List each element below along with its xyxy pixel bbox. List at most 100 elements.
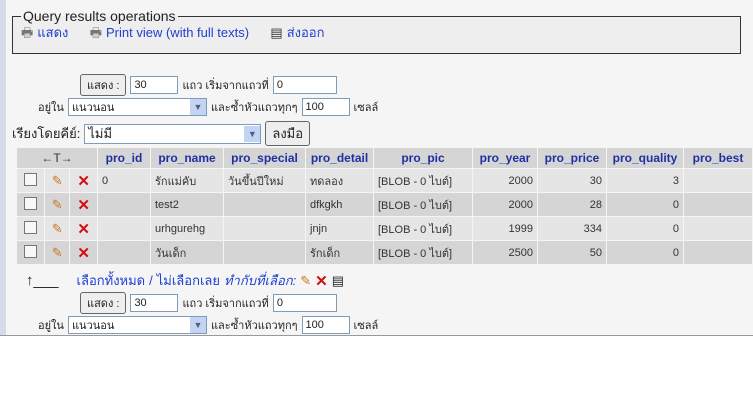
show-button[interactable]: แสดง : — [80, 74, 127, 96]
column-header-pro-year[interactable]: pro_year — [473, 148, 537, 168]
cell-pro-special — [224, 217, 305, 240]
cell-pro-best — [684, 169, 752, 192]
table-row: ✎ ✕ test2 dfkgkh [BLOB - 0 ไบต์] 2000 28 0 — [17, 193, 752, 216]
cell-pro-detail: dfkgkh — [306, 193, 373, 216]
print-view-link[interactable]: 🖶 Print view (with full texts) — [90, 24, 249, 46]
cell-pro-name: test2 — [151, 193, 223, 216]
cells-label: เซลล์ — [353, 102, 379, 114]
go-button[interactable]: ลงมือ — [265, 121, 311, 146]
check-all-link[interactable]: เลือกทั้งหมด — [77, 270, 146, 291]
cell-pro-name: วันเด็ก — [151, 241, 223, 264]
repeat-label: และซ้ำหัวแถวทุกๆ — [210, 320, 298, 332]
delete-cell: ✕ — [70, 193, 97, 216]
cell-pro-special: วันขึ้นปีใหม่ — [224, 169, 305, 192]
rows-label: แถว เริ่มจากแถวที่ — [182, 298, 269, 310]
sort-row: เรียงโดยคีย์: ไม่มี ▼ ลงมือ — [12, 121, 311, 146]
mode-select[interactable]: แนวนอน ▼ — [67, 98, 207, 116]
show-link[interactable]: 🖶 แสดง — [21, 22, 68, 46]
cell-pro-price: 50 — [538, 241, 606, 264]
rows-input-bottom[interactable]: 30 — [130, 294, 179, 312]
export-selected-icon[interactable]: ▤ — [332, 273, 344, 289]
cell-pro-pic: [BLOB - 0 ไบต์] — [374, 169, 472, 192]
row-checkbox-cell — [17, 217, 45, 240]
column-header-pro-quality[interactable]: pro_quality — [607, 148, 683, 168]
column-arrows[interactable]: ←T→ — [17, 148, 97, 168]
cell-pro-detail: jnjn — [306, 217, 373, 240]
repeat-input-bottom[interactable]: 100 — [301, 316, 350, 334]
cell-pro-special — [224, 241, 305, 264]
column-header-pro-price[interactable]: pro_price — [538, 148, 606, 168]
pencil-icon[interactable]: ✎ — [52, 173, 63, 188]
rows-label: แถว เริ่มจากแถวที่ — [182, 80, 269, 92]
cell-pro-best — [684, 217, 752, 240]
repeat-input[interactable]: 100 — [301, 98, 350, 116]
table-row: ✎ ✕ 0 รักแม่คับ วันขึ้นปีใหม่ ทดลอง [BLOB - 0 … — [17, 169, 752, 192]
edit-cell: ✎ — [45, 241, 70, 264]
row-checkbox-cell — [17, 169, 45, 192]
cell-pro-pic: [BLOB - 0 ไบต์] — [374, 241, 472, 264]
uncheck-all-link[interactable]: ไม่เลือกเลย — [157, 270, 220, 291]
delete-icon[interactable]: ✕ — [77, 197, 90, 214]
row-checkbox[interactable] — [24, 220, 38, 234]
sort-select[interactable]: ไม่มี ▼ — [84, 123, 262, 144]
cells-label: เซลล์ — [353, 320, 379, 332]
column-header-pro-name[interactable]: pro_name — [151, 148, 223, 168]
cell-pro-id — [98, 241, 150, 264]
sort-label: เรียงโดยคีย์: — [12, 126, 81, 141]
pencil-icon[interactable]: ✎ — [52, 221, 63, 236]
printer-icon: 🖶 — [89, 25, 103, 40]
column-header-pro-pic[interactable]: pro_pic — [374, 148, 472, 168]
cell-pro-quality: 3 — [607, 169, 683, 192]
row-checkbox-cell — [17, 241, 45, 264]
cell-pro-year: 2500 — [473, 241, 537, 264]
column-header-pro-special[interactable]: pro_special — [224, 148, 305, 168]
cell-pro-special — [224, 193, 305, 216]
cell-pro-detail: ทดลอง — [306, 169, 373, 192]
cell-pro-year: 2000 — [473, 169, 537, 192]
edit-selected-icon[interactable]: ✎ — [300, 273, 311, 289]
table-row: ✎ ✕ urhgurehg jnjn [BLOB - 0 ไบต์] 1999 334 0 — [17, 217, 752, 240]
cell-pro-price: 334 — [538, 217, 606, 240]
chevron-down-icon: ▼ — [244, 125, 261, 142]
show-button-bottom[interactable]: แสดง : — [80, 292, 127, 314]
mode-value: แนวนอน — [71, 102, 115, 114]
row-checkbox[interactable] — [24, 172, 38, 186]
delete-icon[interactable]: ✕ — [77, 221, 90, 238]
separator: / — [149, 273, 153, 288]
delete-cell: ✕ — [70, 169, 97, 192]
start-row-input[interactable]: 0 — [272, 76, 337, 94]
nav-bottom-row1: แสดง : 30 แถว เริ่มจากแถวที่ 0 — [80, 292, 337, 314]
cell-pro-best — [684, 193, 752, 216]
mode-value: แนวนอน — [71, 320, 115, 332]
cell-pro-pic: [BLOB - 0 ไบต์] — [374, 217, 472, 240]
row-checkbox[interactable] — [24, 196, 38, 210]
pencil-icon[interactable]: ✎ — [52, 245, 63, 260]
cell-pro-price: 28 — [538, 193, 606, 216]
delete-selected-icon[interactable]: ✕ — [315, 272, 328, 290]
arrow-up-icon: ↑___ — [26, 272, 59, 289]
mode-select-bottom[interactable]: แนวนอน ▼ — [67, 316, 207, 334]
column-header-pro-id[interactable]: pro_id — [98, 148, 150, 168]
column-header-pro-detail[interactable]: pro_detail — [306, 148, 373, 168]
cell-pro-quality: 0 — [607, 241, 683, 264]
table-row: ✎ ✕ วันเด็ก รักเด็ก [BLOB - 0 ไบต์] 2500 50 0 — [17, 241, 752, 264]
row-checkbox-cell — [17, 193, 45, 216]
column-header-pro-best[interactable]: pro_best — [684, 148, 752, 168]
start-row-input-bottom[interactable]: 0 — [272, 294, 337, 312]
delete-cell: ✕ — [70, 241, 97, 264]
cell-pro-id — [98, 217, 150, 240]
cell-pro-quality: 0 — [607, 193, 683, 216]
delete-icon[interactable]: ✕ — [77, 173, 90, 190]
pencil-icon[interactable]: ✎ — [52, 197, 63, 212]
row-checkbox[interactable] — [24, 244, 38, 258]
chevron-down-icon: ▼ — [189, 317, 206, 333]
cell-pro-id — [98, 193, 150, 216]
rows-input[interactable]: 30 — [130, 76, 179, 94]
edit-cell: ✎ — [45, 169, 70, 192]
export-link[interactable]: ▤ ส่งออก — [270, 22, 324, 43]
edit-cell: ✎ — [45, 193, 70, 216]
cell-pro-name: รักแม่คับ — [151, 169, 223, 192]
in-label: อยู่ใน — [38, 102, 64, 114]
edit-cell: ✎ — [45, 217, 70, 240]
delete-icon[interactable]: ✕ — [77, 245, 90, 262]
